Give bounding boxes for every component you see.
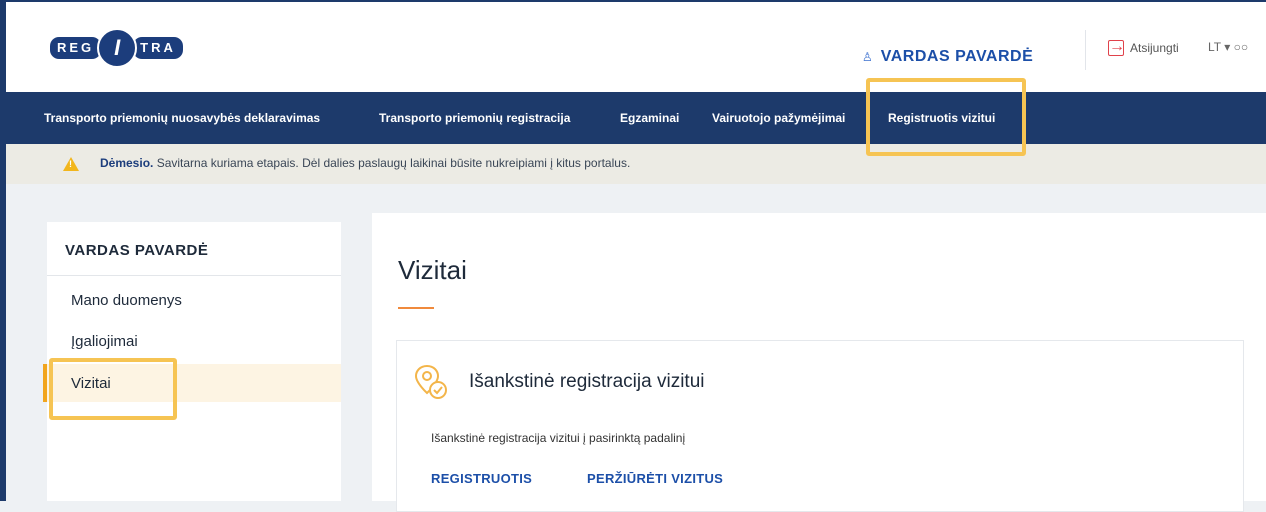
header-divider xyxy=(1085,30,1086,70)
nav-item-exams[interactable]: Egzaminai xyxy=(620,111,679,125)
card-title: Išankstinė registracija vizitui xyxy=(469,371,705,392)
user-menu[interactable]: ♙ VARDAS PAVARDĖ xyxy=(862,48,1033,66)
language-select[interactable]: LT ▾ ○○ xyxy=(1208,40,1248,54)
main-content: Vizitai Išankstinė registracija vizitui … xyxy=(372,213,1266,512)
sidebar-title: VARDAS PAVARDĖ xyxy=(65,242,209,259)
sidebar-item-label: Mano duomenys xyxy=(71,292,182,309)
register-link[interactable]: REGISTRUOTIS xyxy=(431,471,532,486)
logout-icon: → xyxy=(1108,38,1125,56)
user-name: VARDAS PAVARDĖ xyxy=(880,48,1034,65)
notice-bold: Dėmesio. xyxy=(100,156,154,170)
main-nav: Transporto priemonių nuosavybės deklarav… xyxy=(6,92,1266,144)
notice-body: Savitarna kuriama etapais. Dėl dalies pa… xyxy=(153,156,631,170)
notice-text: Dėmesio. Savitarna kuriama etapais. Dėl … xyxy=(100,156,630,170)
sidebar-item-my-data[interactable]: Mano duomenys xyxy=(47,281,341,319)
page-title: Vizitai xyxy=(398,255,467,285)
top-header: REG I TRA ♙ VARDAS PAVARDĖ → Atsijungti … xyxy=(6,2,1266,92)
highlight-register-visit xyxy=(866,78,1026,156)
nav-item-ownership-declaration[interactable]: Transporto priemonių nuosavybės deklarav… xyxy=(44,111,320,125)
sidebar-divider xyxy=(47,275,341,276)
logo-text-right: TRA xyxy=(133,37,183,59)
visit-registration-card: Išankstinė registracija vizitui Išanksti… xyxy=(396,340,1244,512)
sidebar-item-authorizations[interactable]: Įgaliojimai xyxy=(47,322,341,360)
logo-emblem: I xyxy=(97,28,138,68)
view-visits-link[interactable]: PERŽIŪRĖTI VIZITUS xyxy=(587,471,723,486)
logo-text-left: REG xyxy=(50,37,102,59)
nav-item-vehicle-registration[interactable]: Transporto priemonių registracija xyxy=(379,111,570,125)
logout-button[interactable]: → Atsijungti xyxy=(1108,38,1179,56)
warning-icon: ! xyxy=(63,157,79,171)
nav-item-driving-licences[interactable]: Vairuotojo pažymėjimai xyxy=(712,111,845,125)
regitra-logo[interactable]: REG I TRA xyxy=(50,28,183,68)
highlight-sidebar-visits xyxy=(49,358,177,420)
logout-label: Atsijungti xyxy=(1130,41,1179,55)
title-accent-line xyxy=(398,307,434,309)
notice-banner: ! Dėmesio. Savitarna kuriama etapais. Dė… xyxy=(6,144,1266,184)
location-check-icon xyxy=(414,364,447,399)
user-icon: ♙ xyxy=(862,50,873,64)
logo-emblem-letter: I xyxy=(114,35,121,60)
sidebar-item-label: Įgaliojimai xyxy=(71,333,138,350)
card-description: Išankstinė registracija vizitui į pasiri… xyxy=(431,431,686,445)
